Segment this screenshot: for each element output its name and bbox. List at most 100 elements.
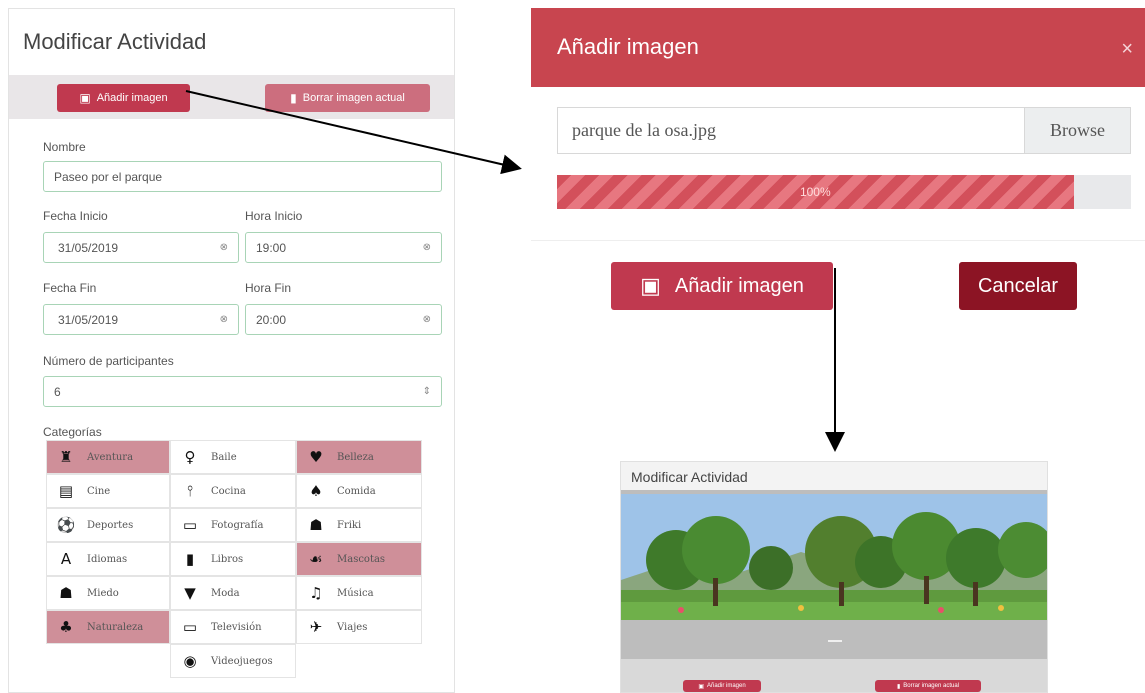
category-label: Idiomas [87, 553, 128, 565]
participants-input[interactable]: 6 ⇕ [43, 376, 442, 407]
category-aventura[interactable]: ♜ Aventura [46, 440, 170, 474]
result-preview-panel: Modificar Actividad ▣ Añadir imagen ▮ Bo… [620, 461, 1048, 693]
spinner-icon: ⊗ [219, 314, 228, 325]
add-image-icon: ▣ [640, 273, 661, 298]
category-videojuegos[interactable]: ◉ Videojuegos [170, 644, 296, 678]
name-input[interactable]: Paseo por el parque [43, 161, 442, 192]
category-label: Aventura [87, 451, 134, 463]
ball-icon: ⚽ [56, 516, 76, 534]
participants-label: Número de participantes [43, 354, 174, 368]
browse-button[interactable]: Browse [1024, 108, 1130, 153]
category-televisión[interactable]: ▭ Televisión [170, 610, 296, 644]
confirm-add-image-label: Añadir imagen [674, 274, 804, 297]
end-date-input[interactable]: 31/05/2019 ⊗ [43, 304, 239, 335]
file-input[interactable]: parque de la osa.jpg Browse [557, 107, 1131, 154]
category-cocina[interactable]: ⫯ Cocina [170, 474, 296, 508]
category-label: Viajes [337, 621, 368, 633]
film-icon: ▤ [58, 482, 74, 500]
end-date-label: Fecha Fin [43, 281, 97, 295]
category-label: Libros [211, 553, 244, 565]
preview-title: Modificar Actividad [631, 469, 748, 485]
end-date-value: 31/05/2019 [58, 312, 119, 327]
upload-progress-fill: 100% [557, 175, 1074, 209]
spinner-icon: ⊗ [422, 242, 431, 253]
category-label: Fotografía [211, 519, 264, 531]
category-mascotas[interactable]: ☙ Mascotas [296, 542, 422, 576]
add-image-icon: ▣ [698, 683, 704, 690]
category-label: Videojuegos [211, 655, 273, 667]
number-stepper-icon[interactable]: ⇕ [423, 386, 431, 397]
form-title: Modificar Actividad [23, 29, 207, 54]
confirm-add-image-button[interactable]: ▣ Añadir imagen [611, 262, 833, 310]
end-time-input[interactable]: 20:00 ⊗ [245, 304, 442, 335]
progress-text: 100% [799, 185, 831, 199]
category-label: Música [337, 587, 374, 599]
category-label: Belleza [337, 451, 374, 463]
modal-header: Añadir imagen × [531, 8, 1145, 87]
category-cine[interactable]: ▤ Cine [46, 474, 170, 508]
category-libros[interactable]: ▮ Libros [170, 542, 296, 576]
cutlery-icon: ⫯ [186, 482, 194, 500]
category-idiomas[interactable]: A Idiomas [46, 542, 170, 576]
gamepad-icon: ◉ [183, 652, 197, 670]
paw-icon: ☙ [309, 550, 323, 568]
cancel-button[interactable]: Cancelar [959, 262, 1077, 310]
trash-icon: ▮ [896, 683, 901, 690]
category-label: Comida [337, 485, 376, 497]
ghost-icon: ☗ [59, 584, 73, 602]
category-naturaleza[interactable]: ♣ Naturaleza [46, 610, 170, 644]
book-icon: ▮ [185, 550, 195, 568]
category-label: Mascotas [337, 553, 386, 565]
spinner-icon: ⊗ [219, 242, 228, 253]
close-icon[interactable]: × [1121, 38, 1133, 61]
start-time-value: 19:00 [256, 240, 287, 255]
start-date-value: 31/05/2019 [58, 240, 119, 255]
add-image-button[interactable]: ▣ Añadir imagen [57, 84, 190, 112]
preview-delete-image-button[interactable]: ▮ Borrar imagen actual [875, 680, 981, 692]
music-icon: ♫ [309, 584, 323, 602]
start-time-input[interactable]: 19:00 ⊗ [245, 232, 442, 263]
end-time-value: 20:00 [256, 312, 287, 327]
trash-icon: ▮ [290, 91, 297, 105]
preview-delete-image-label: Borrar imagen actual [903, 683, 959, 689]
language-icon: A [60, 550, 72, 568]
category-moda[interactable]: ▼ Moda [170, 576, 296, 610]
upload-progress-bar: 100% [557, 175, 1131, 209]
category-deportes[interactable]: ⚽ Deportes [46, 508, 170, 542]
modal-divider [531, 240, 1145, 241]
spinner-icon: ⊗ [422, 314, 431, 325]
category-label: Moda [211, 587, 240, 599]
preview-image-toolbar: ▣ Añadir imagen ▮ Borrar imagen actual [621, 659, 1047, 692]
category-label: Deportes [87, 519, 134, 531]
delete-image-button[interactable]: ▮ Borrar imagen actual [265, 84, 430, 112]
category-fotografía[interactable]: ▭ Fotografía [170, 508, 296, 542]
category-baile[interactable]: ♀ Baile [170, 440, 296, 474]
category-label: Baile [211, 451, 237, 463]
category-miedo[interactable]: ☗ Miedo [46, 576, 170, 610]
name-value: Paseo por el parque [54, 169, 163, 184]
preview-add-image-button[interactable]: ▣ Añadir imagen [683, 680, 761, 692]
food-icon: ♠ [309, 482, 323, 500]
category-belleza[interactable]: ♥ Belleza [296, 440, 422, 474]
category-label: Miedo [87, 587, 119, 599]
category-comida[interactable]: ♠ Comida [296, 474, 422, 508]
add-image-label: Añadir imagen [96, 92, 168, 104]
category-label: Cocina [211, 485, 246, 497]
tshirt-icon: ▼ [184, 584, 196, 602]
image-toolbar: ▣ Añadir imagen ▮ Borrar imagen actual [9, 75, 454, 119]
park-image [621, 490, 1047, 659]
modal-title: Añadir imagen [557, 34, 699, 59]
category-label: Naturaleza [87, 621, 144, 633]
castle-icon: ♜ [59, 448, 73, 466]
category-label: Cine [87, 485, 111, 497]
category-label: Friki [337, 519, 362, 531]
delete-image-label: Borrar imagen actual [302, 92, 405, 104]
category-friki[interactable]: ☗ Friki [296, 508, 422, 542]
category-música[interactable]: ♫ Música [296, 576, 422, 610]
start-time-label: Hora Inicio [245, 209, 303, 223]
participants-value: 6 [54, 384, 61, 399]
name-label: Nombre [43, 140, 86, 154]
preview-add-image-label: Añadir imagen [706, 683, 746, 689]
category-viajes[interactable]: ✈ Viajes [296, 610, 422, 644]
start-date-input[interactable]: 31/05/2019 ⊗ [43, 232, 239, 263]
